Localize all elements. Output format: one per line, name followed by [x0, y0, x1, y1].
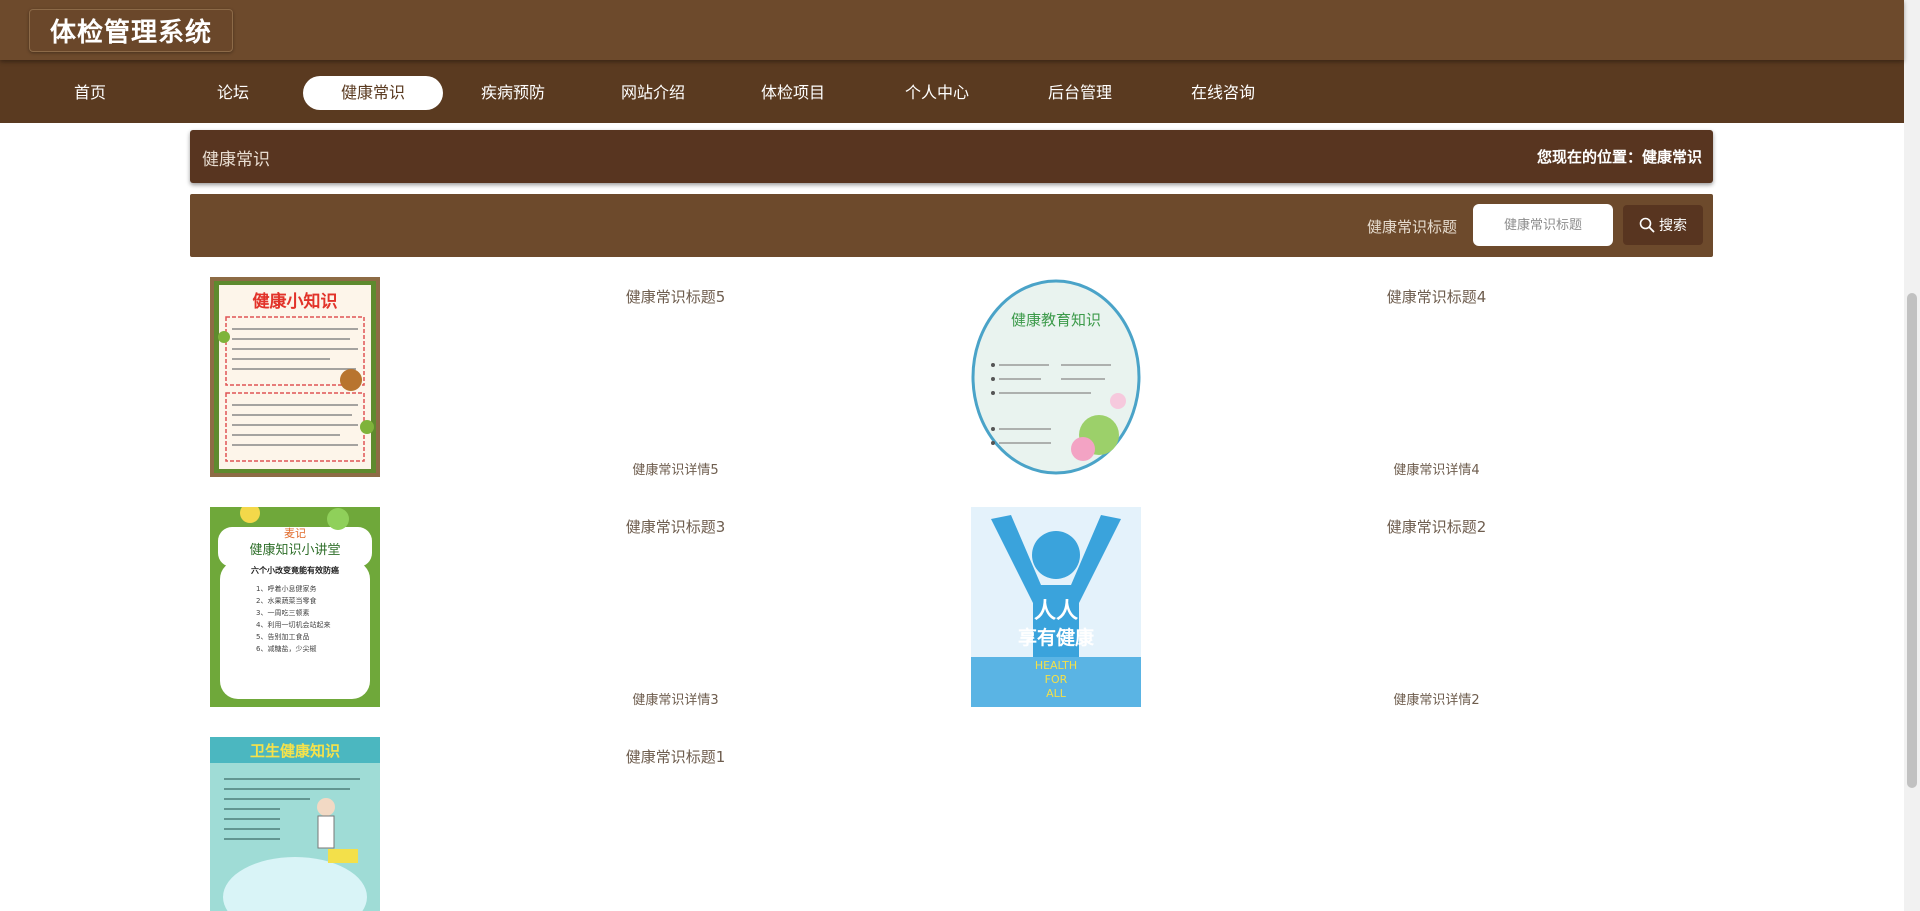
main-nav: 首页 论坛 健康常识 疾病预防 网站介绍 体检项目 个人中心 后台管理 在线咨询: [0, 60, 1904, 123]
thumbnail-text: ALL: [1046, 687, 1067, 700]
item-title[interactable]: 健康常识标题5: [380, 286, 971, 307]
thumbnail-text: 享有健康: [1018, 626, 1095, 649]
top-header: 体检管理系统: [0, 0, 1904, 60]
logo[interactable]: 体检管理系统: [29, 9, 234, 52]
list-item[interactable]: 卫生健康知识 健康常识标题1: [210, 737, 971, 911]
nav-online-consult[interactable]: 在线咨询: [1153, 76, 1293, 110]
thumbnail-text: 六个小改变竟能有效防癌: [251, 565, 339, 575]
thumbnail-text: 1、呼着小息健家务: [256, 584, 316, 593]
item-title[interactable]: 健康常识标题2: [1141, 516, 1732, 537]
page: 体检管理系统 首页 论坛 健康常识 疾病预防 网站介绍 体检项目 个人中心 后台…: [0, 0, 1920, 911]
breadcrumb-prefix: 您现在的位置：: [1536, 148, 1642, 166]
item-detail: 健康常识详情3: [632, 693, 719, 708]
breadcrumb: 您现在的位置：健康常识: [1537, 146, 1702, 167]
thumbnail-text: 健康知识小讲堂: [249, 542, 340, 558]
search-button[interactable]: 搜索: [1623, 205, 1703, 245]
nav-admin[interactable]: 后台管理: [1010, 76, 1150, 110]
item-title[interactable]: 健康常识标题4: [1141, 286, 1732, 307]
thumbnail-text: 4、利用一切机会站起来: [256, 620, 330, 629]
thumbnail-text: 人人: [1034, 599, 1078, 624]
thumbnail-text: 健康教育知识: [1011, 311, 1101, 329]
search-input[interactable]: [1473, 204, 1613, 246]
section-title: 健康常识: [202, 150, 270, 170]
search-button-label: 搜索: [1659, 218, 1687, 234]
search-icon: [1639, 217, 1655, 233]
nav-site-intro[interactable]: 网站介绍: [583, 76, 723, 110]
nav-personal-center[interactable]: 个人中心: [867, 76, 1007, 110]
list-item[interactable]: 健康小知识 健康常识标题5 健康常识详情5: [210, 277, 971, 487]
thumbnail-image[interactable]: 健康小知识: [210, 277, 380, 477]
thumbnail-image[interactable]: 健康教育知识: [971, 277, 1141, 477]
thumbnail-text: 6、减糖盐，少尖椒: [256, 644, 316, 653]
nav-home[interactable]: 首页: [20, 76, 160, 110]
thumbnail-text: 5、告别加工食品: [256, 632, 309, 641]
thumbnail-text: 卫生健康知识: [250, 742, 340, 760]
nav-checkup-items[interactable]: 体检项目: [723, 76, 863, 110]
thumbnail-text: 健康小知识: [253, 291, 338, 312]
item-detail: 健康常识详情2: [1393, 693, 1480, 708]
item-title[interactable]: 健康常识标题3: [380, 516, 971, 537]
vertical-scrollbar[interactable]: [1904, 0, 1920, 911]
list-item[interactable]: 健康教育知识 健康常识标题4 健康常识详情4: [971, 277, 1732, 487]
list-item[interactable]: 人人 享有健康 HEALTH FOR ALL 健康常识标题2 健康常识详情2: [971, 507, 1732, 717]
thumbnail-text: FOR: [1045, 673, 1068, 686]
search-label: 健康常识标题: [1367, 218, 1458, 236]
thumbnail-text: 2、水果蔬菜当零食: [256, 596, 316, 605]
nav-disease-prevention[interactable]: 疾病预防: [443, 76, 583, 110]
thumbnail-text: HEALTH: [1035, 659, 1077, 672]
item-detail: 健康常识详情4: [1393, 463, 1480, 478]
nav-health-knowledge[interactable]: 健康常识: [303, 76, 443, 110]
item-detail: 健康常识详情5: [632, 463, 719, 478]
search-bar: 健康常识标题 搜索: [190, 194, 1713, 257]
thumbnail-text: 麦记: [284, 527, 306, 540]
list-item[interactable]: 麦记 健康知识小讲堂 六个小改变竟能有效防癌 1、呼着小息健家务 2、水果蔬菜当…: [210, 507, 971, 717]
breadcrumb-bar: 健康常识 您现在的位置：健康常识: [190, 130, 1713, 183]
scrollbar-thumb[interactable]: [1907, 293, 1917, 788]
breadcrumb-current: 健康常识: [1641, 148, 1702, 166]
thumbnail-image[interactable]: 麦记 健康知识小讲堂 六个小改变竟能有效防癌 1、呼着小息健家务 2、水果蔬菜当…: [210, 507, 380, 707]
thumbnail-image[interactable]: 卫生健康知识: [210, 737, 380, 911]
thumbnail-image[interactable]: 人人 享有健康 HEALTH FOR ALL: [971, 507, 1141, 707]
thumbnail-text: 3、一周吃三顿素: [256, 608, 309, 617]
nav-forum[interactable]: 论坛: [163, 76, 303, 110]
item-title[interactable]: 健康常识标题1: [380, 746, 971, 767]
app-title: 体检管理系统: [50, 18, 213, 48]
